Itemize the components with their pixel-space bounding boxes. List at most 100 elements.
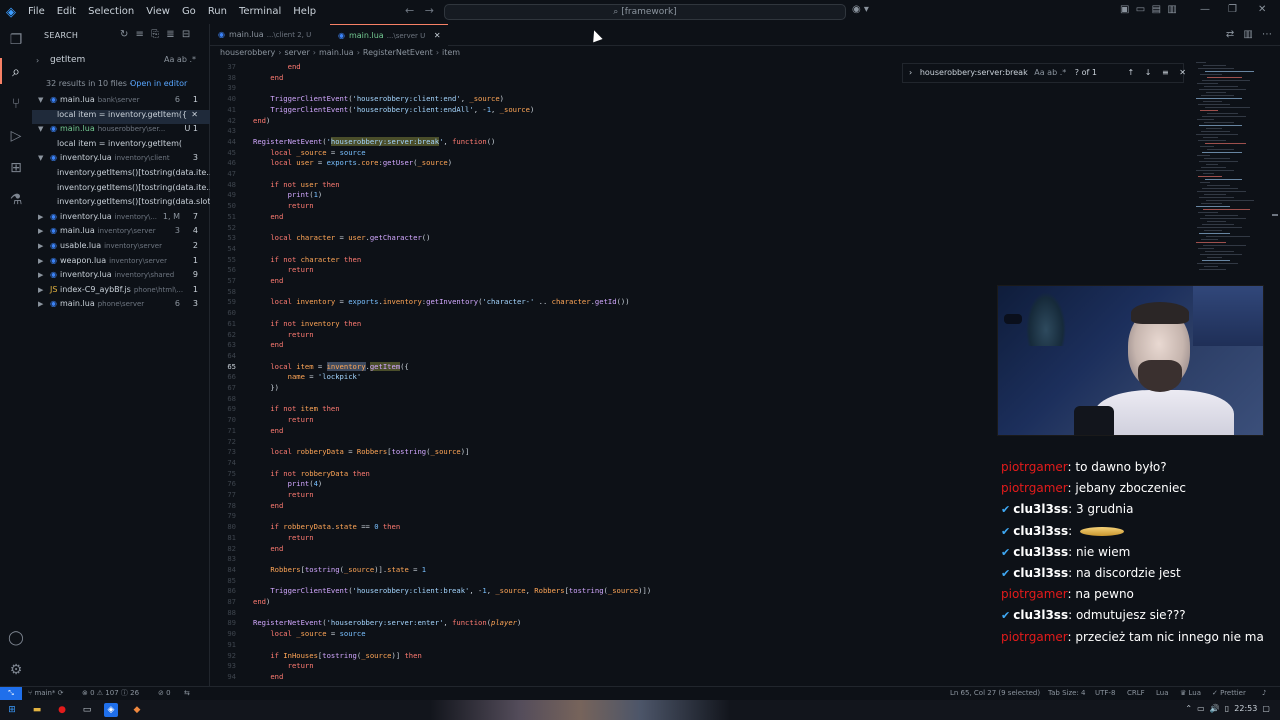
line-ending[interactable]: CRLF <box>1127 687 1145 700</box>
copilot-icon[interactable]: ◉ ▾ <box>852 4 869 15</box>
code-line[interactable]: 49 print(1) <box>210 190 322 201</box>
menu-help[interactable]: Help <box>287 0 322 24</box>
code-line[interactable]: 61 if not inventory then <box>210 319 361 330</box>
code-line[interactable]: 39 <box>210 83 236 94</box>
code-line[interactable]: 75 if not robberyData then <box>210 469 370 480</box>
tab-server-main-lua[interactable]: ◉ main.lua ...\server U ✕ <box>330 24 448 46</box>
result-file-row[interactable]: ▶ ◉ inventory.lua inventory\... 1, M 7 <box>32 212 210 227</box>
chevron-right-icon[interactable]: ▶ <box>38 271 50 279</box>
settings-gear-icon[interactable]: ⚙ <box>6 660 26 680</box>
code-line[interactable]: 40 TriggerClientEvent('houserobbery:clie… <box>210 94 504 105</box>
code-line[interactable]: 87 end) <box>210 597 270 608</box>
sync-icon[interactable]: ⇆ <box>184 687 190 700</box>
code-line[interactable]: 78 end <box>210 501 283 512</box>
code-line[interactable]: 93 return <box>210 661 313 672</box>
browser-icon[interactable]: ● <box>55 703 69 717</box>
command-center[interactable]: ⌕ [framework] <box>444 4 846 20</box>
obs-icon[interactable]: ◆ <box>130 703 144 717</box>
code-line[interactable]: 54 <box>210 244 236 255</box>
code-line[interactable]: 57 end <box>210 276 283 287</box>
testing-icon[interactable]: ⚗ <box>6 190 26 210</box>
breadcrumb-item[interactable]: houserobbery <box>220 48 275 57</box>
result-file-row[interactable]: ▼ ◉ inventory.lua inventory\client 3 <box>32 153 210 168</box>
code-line[interactable]: 77 return <box>210 490 313 501</box>
code-line[interactable]: 53 local character = user.getCharacter() <box>210 233 430 244</box>
code-line[interactable]: 73 local robberyData = Robbers[tostring(… <box>210 447 469 458</box>
code-line[interactable]: 91 <box>210 640 236 651</box>
menu-run[interactable]: Run <box>202 0 233 24</box>
code-line[interactable]: 52 <box>210 223 236 234</box>
sidebar-actions[interactable]: ↻ ≡ ⎘ ≣ ⊟ <box>120 29 190 40</box>
code-line[interactable]: 74 <box>210 458 236 469</box>
notifications-bell-icon[interactable]: ♪ <box>1262 687 1266 700</box>
maximize-button[interactable]: ❐ <box>1228 4 1237 15</box>
menu-edit[interactable]: Edit <box>51 0 82 24</box>
result-match-row[interactable]: inventory.getItems()[tostring(data.ite..… <box>32 183 210 198</box>
breadcrumb-item[interactable]: RegisterNetEvent <box>363 48 433 57</box>
code-line[interactable]: 83 <box>210 554 236 565</box>
code-line[interactable]: 69 if not item then <box>210 404 339 415</box>
result-match-row[interactable]: inventory.getItems()[tostring(data.slot.… <box>32 197 210 212</box>
code-line[interactable]: 48 if not user then <box>210 180 339 191</box>
find-toggles[interactable]: Aa ab .* <box>1034 68 1066 77</box>
explorer-icon[interactable]: ❐ <box>6 30 26 50</box>
result-match-row[interactable]: local item = inventory.getItem({✕ <box>32 109 210 125</box>
code-line[interactable]: 68 <box>210 394 236 405</box>
remote-indicator-icon[interactable]: ⤡ <box>0 687 22 700</box>
code-line[interactable]: 94 end <box>210 672 283 683</box>
menu-terminal[interactable]: Terminal <box>233 0 287 24</box>
result-file-row[interactable]: ▶ ◉ main.lua inventory\server 3 4 <box>32 226 210 241</box>
search-icon[interactable]: ⌕ <box>6 62 26 82</box>
account-icon[interactable]: ◯ <box>6 628 26 648</box>
code-line[interactable]: 63 end <box>210 340 283 351</box>
code-line[interactable]: 76 print(4) <box>210 479 322 490</box>
toggle-replace-icon[interactable]: › <box>909 68 912 77</box>
editor-actions[interactable]: ⇄ ▥ ⋯ <box>1226 29 1272 40</box>
chevron-right-icon[interactable]: ▶ <box>38 242 50 250</box>
next-match-icon[interactable]: ↓ <box>1145 68 1152 77</box>
code-line[interactable]: 50 return <box>210 201 313 212</box>
chevron-right-icon[interactable]: ▶ <box>38 227 50 235</box>
code-line[interactable]: 90 local _source = source <box>210 629 365 640</box>
prev-match-icon[interactable]: ↑ <box>1127 68 1134 77</box>
find-in-selection-icon[interactable]: ≡ <box>1162 68 1169 77</box>
minimize-button[interactable]: — <box>1200 4 1210 15</box>
code-line[interactable]: 82 end <box>210 544 283 555</box>
code-line[interactable]: 65 local item = inventory.getItem({ <box>210 361 409 373</box>
problems-indicator[interactable]: ⊗ 0 ⚠ 107 ⓘ 26 <box>82 687 139 700</box>
code-line[interactable]: 47 <box>210 169 236 180</box>
prettier-status[interactable]: ✓ Prettier <box>1212 687 1246 700</box>
git-branch[interactable]: ⑂ main* ⟳ <box>28 687 64 700</box>
result-file-row[interactable]: ▼ ◉ main.lua houserobbery\ser... U 1 <box>32 124 210 139</box>
code-line[interactable]: 62 return <box>210 330 313 341</box>
code-line[interactable]: 46 local user = exports.core:getUser(_so… <box>210 158 452 169</box>
code-line[interactable]: 60 <box>210 308 236 319</box>
chevron-right-icon[interactable]: ▶ <box>38 213 50 221</box>
system-tray[interactable]: ⌃ ▭ 🔊 ▯ 22:53 ▢ <box>1185 704 1270 713</box>
result-match-row[interactable]: inventory.getItems()[tostring(data.ite..… <box>32 168 210 183</box>
chevron-down-icon[interactable]: ▼ <box>38 96 50 104</box>
cursor-position[interactable]: Ln 65, Col 27 (9 selected) <box>950 687 1040 700</box>
breadcrumb-item[interactable]: server <box>284 48 309 57</box>
close-tab-icon[interactable]: ✕ <box>434 31 441 40</box>
code-line[interactable]: 81 return <box>210 533 313 544</box>
result-file-row[interactable]: ▶ ◉ inventory.lua inventory\shared 9 <box>32 270 210 285</box>
close-window-button[interactable]: ✕ <box>1258 4 1266 15</box>
result-file-row[interactable]: ▶ ◉ main.lua phone\server 6 3 <box>32 299 210 314</box>
code-line[interactable]: 44 RegisterNetEvent('houserobbery:server:… <box>210 136 495 148</box>
menu-go[interactable]: Go <box>176 0 202 24</box>
lua-badge[interactable]: ♛ Lua <box>1180 687 1201 700</box>
find-widget[interactable]: › houserobbery:server:break Aa ab .* ? o… <box>902 63 1186 83</box>
result-file-row[interactable]: ▶ JS index-C9_aybBf.js phone\html\... 1 <box>32 285 210 300</box>
windows-start-icon[interactable]: ⊞ <box>5 703 19 717</box>
code-line[interactable]: 67 }) <box>210 383 279 394</box>
code-line[interactable]: 89 RegisterNetEvent('houserobbery:server:… <box>210 618 521 629</box>
vscode-taskbar-icon[interactable]: ◈ <box>104 703 118 717</box>
result-file-row[interactable]: ▶ ◉ weapon.lua inventory\server 1 <box>32 256 210 271</box>
code-line[interactable]: 43 <box>210 126 236 137</box>
nav-arrows[interactable]: ← → <box>405 4 434 17</box>
terminal-icon[interactable]: ▭ <box>80 703 94 717</box>
language-mode[interactable]: Lua <box>1156 687 1169 700</box>
chevron-right-icon[interactable]: ▶ <box>38 286 50 294</box>
chevron-right-icon[interactable]: ▶ <box>38 300 50 308</box>
